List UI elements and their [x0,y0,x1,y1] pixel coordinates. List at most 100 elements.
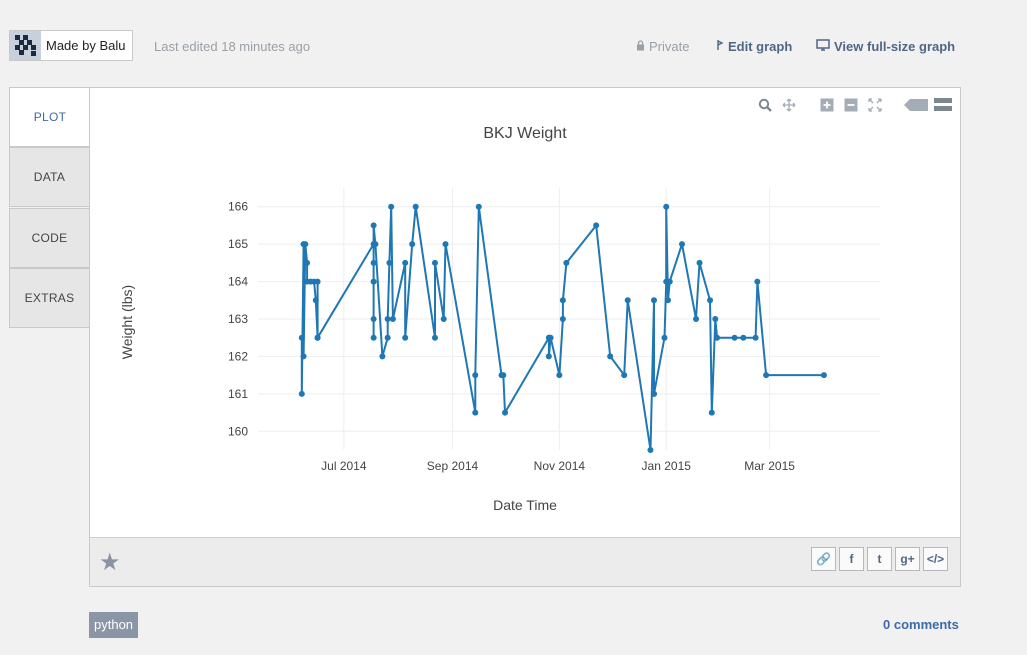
x-tick-label: Nov 2014 [534,459,586,473]
data-point[interactable] [372,241,379,248]
tab-data[interactable]: DATA [9,147,90,207]
data-point[interactable] [412,203,419,210]
data-point[interactable] [593,222,600,229]
edit-icon [716,39,724,54]
data-point[interactable] [679,241,686,248]
data-point[interactable] [563,259,570,266]
data-point[interactable] [607,353,614,360]
facebook-icon[interactable]: f [839,547,864,571]
data-point[interactable] [545,353,552,360]
data-point[interactable] [298,390,305,397]
data-point[interactable] [693,316,700,322]
author-name[interactable]: Made by Balu [46,38,126,53]
data-point[interactable] [547,334,554,341]
private-label: Private [649,39,690,54]
data-point[interactable] [472,372,479,379]
data-point[interactable] [624,297,631,304]
data-point[interactable] [312,297,319,304]
data-point[interactable] [442,241,449,248]
data-point[interactable] [409,241,416,248]
data-point[interactable] [740,334,747,341]
data-point[interactable] [370,222,377,229]
data-point[interactable] [370,259,377,266]
twitter-icon[interactable]: t [867,547,892,571]
lock-icon [636,39,645,54]
data-point[interactable] [647,447,654,453]
data-point[interactable] [763,372,770,379]
graph-footer: ★ 🔗 f t g+ </> [90,537,960,586]
data-point[interactable] [314,334,321,341]
tag-python[interactable]: python [89,612,139,638]
y-tick-label: 164 [228,275,248,289]
data-point[interactable] [472,409,479,416]
data-point[interactable] [663,203,670,210]
data-point[interactable] [389,316,396,322]
data-point[interactable] [661,334,668,341]
y-tick-label: 162 [228,349,248,363]
data-point[interactable] [402,259,409,266]
data-point[interactable] [475,203,482,210]
data-point[interactable] [556,372,563,379]
data-point[interactable] [304,259,311,266]
edit-graph-link[interactable]: Edit graph [716,39,792,54]
data-point[interactable] [696,259,703,266]
data-point[interactable] [664,297,671,304]
privacy-status[interactable]: Private [636,39,689,54]
data-point[interactable] [559,316,566,322]
tab-code-label: CODE [31,231,68,245]
data-point[interactable] [384,316,391,322]
google-plus-icon[interactable]: g+ [895,547,920,571]
data-point[interactable] [314,278,321,285]
tab-plot[interactable]: PLOT [9,87,90,147]
y-tick-label: 166 [228,200,248,214]
data-point[interactable] [370,334,377,341]
data-point[interactable] [302,241,309,248]
data-point[interactable] [707,297,714,304]
data-point[interactable] [502,409,509,416]
view-full-size-link[interactable]: View full-size graph [816,39,955,54]
comments-link[interactable]: 0 comments [883,617,959,632]
y-tick-label: 160 [228,424,248,438]
star-icon[interactable]: ★ [99,548,121,577]
data-point[interactable] [388,203,395,210]
data-point[interactable] [402,334,409,341]
tab-plot-label: PLOT [33,110,67,124]
author-badge[interactable]: Made by Balu [9,30,133,61]
y-tick-label: 165 [228,237,248,251]
data-point[interactable] [370,278,377,285]
y-tick-label: 161 [228,387,248,401]
graph-frame: PLOT DATA CODE EXTRAS BKJ Weight 160 161… [9,87,961,587]
data-point[interactable] [300,353,307,360]
edit-graph-label: Edit graph [728,39,793,54]
data-point[interactable] [708,409,715,416]
data-point[interactable] [559,297,566,304]
data-point[interactable] [370,316,377,322]
link-icon[interactable]: 🔗 [811,547,836,571]
data-point[interactable] [666,278,673,285]
data-point[interactable] [820,372,827,379]
plot-panel: BKJ Weight 160 161 162 163 164 165 166 Jul 201… [89,87,961,587]
data-point[interactable] [431,259,438,266]
x-tick-label: Jan 2015 [642,459,692,473]
tab-extras[interactable]: EXTRAS [9,268,90,328]
data-point[interactable] [431,334,438,341]
data-point[interactable] [386,259,393,266]
tab-data-label: DATA [33,170,66,184]
data-point[interactable] [650,297,657,304]
y-tick-label: 163 [228,312,248,326]
tab-extras-label: EXTRAS [24,291,75,305]
data-point[interactable] [621,372,628,379]
data-point[interactable] [714,334,721,341]
data-point[interactable] [731,334,738,341]
data-point[interactable] [298,334,305,341]
embed-icon[interactable]: </> [923,547,948,571]
data-point[interactable] [440,316,447,322]
data-point[interactable] [752,334,759,341]
data-point[interactable] [650,390,657,397]
data-point[interactable] [379,353,386,360]
data-point[interactable] [500,372,507,379]
data-point[interactable] [754,278,761,285]
tab-code[interactable]: CODE [9,208,90,268]
data-point[interactable] [712,316,719,322]
data-point[interactable] [384,334,391,341]
